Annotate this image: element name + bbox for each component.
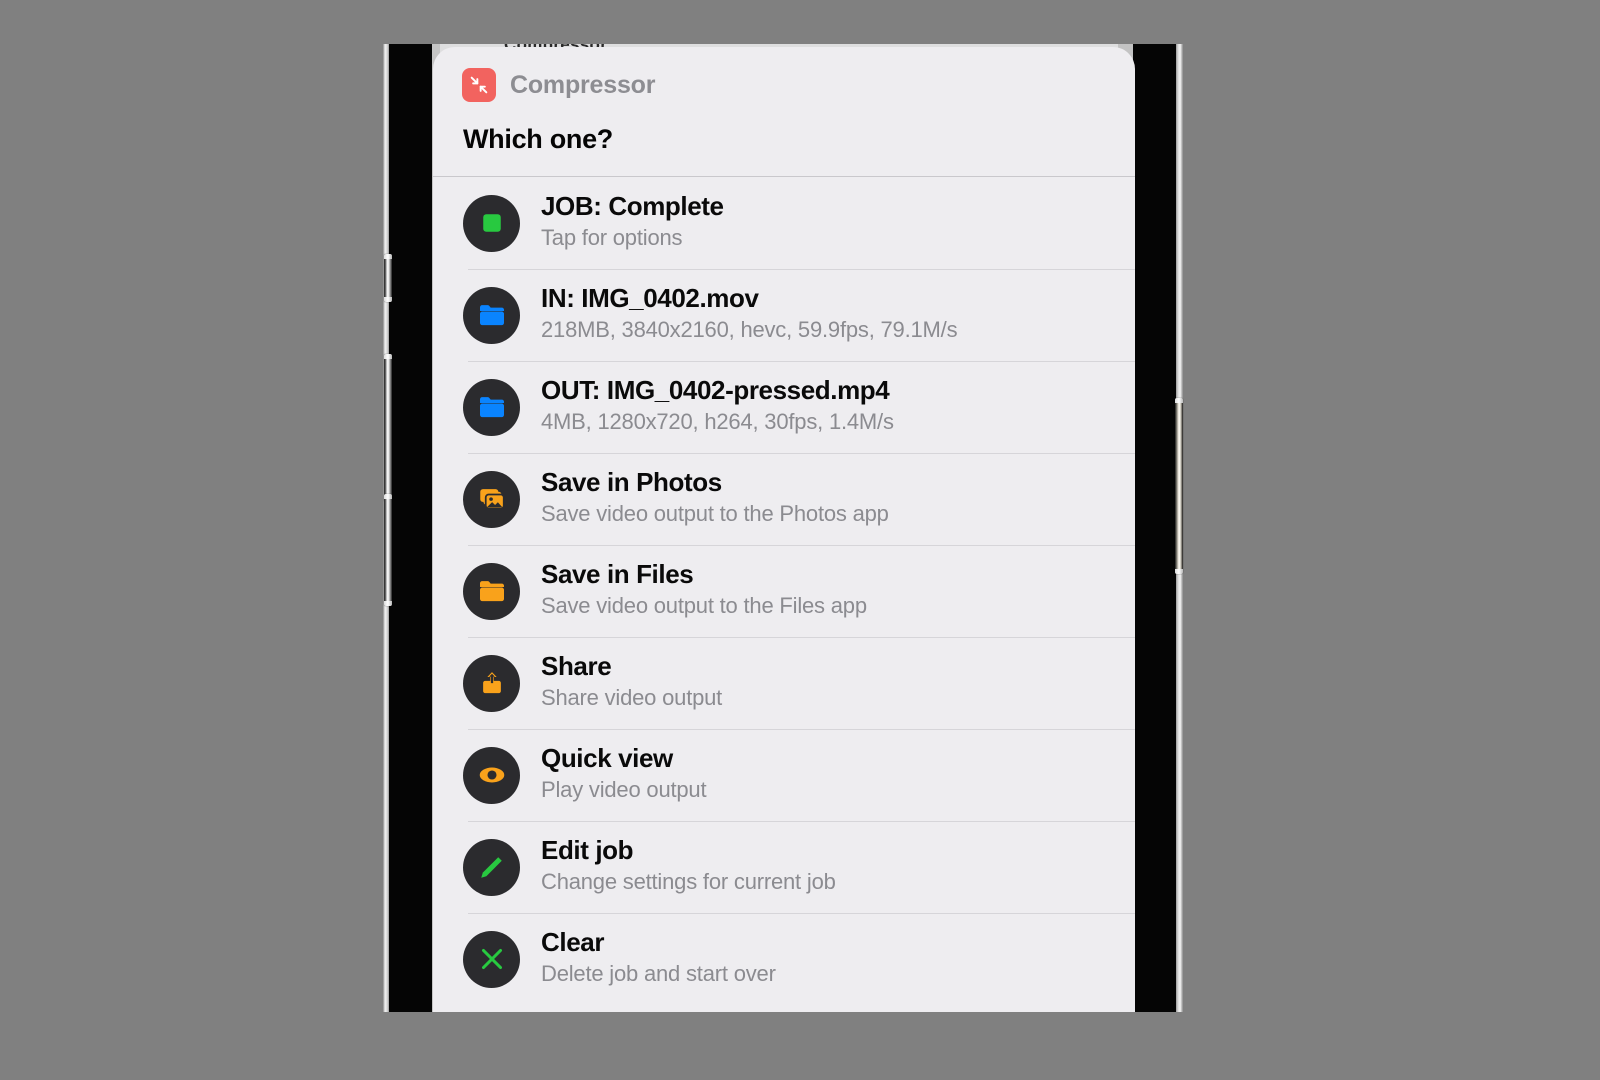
list-item-subtitle: Play video output — [541, 777, 707, 803]
app-name-label: Compressor — [510, 70, 656, 99]
sheet-header: Compressor Which one? — [433, 47, 1135, 177]
list-item-title: JOB: Complete — [541, 190, 724, 221]
list-item[interactable]: OUT: IMG_0402-pressed.mp4 4MB, 1280x720, … — [433, 361, 1135, 453]
list-item-text: Clear Delete job and start over — [541, 926, 776, 991]
list-item-text: Save in Photos Save video output to the P… — [541, 466, 889, 531]
phone-bezel-right — [1133, 44, 1176, 1012]
list-item[interactable]: Save in Files Save video output to the Fi… — [433, 545, 1135, 637]
list-item-text: OUT: IMG_0402-pressed.mp4 4MB, 1280x720, … — [541, 374, 894, 439]
power-button[interactable] — [1175, 398, 1183, 574]
app-identity-row: Compressor — [433, 65, 1135, 105]
sheet-prompt-title: Which one? — [463, 124, 613, 154]
folder-icon — [463, 562, 520, 620]
list-item-subtitle: Save video output to the Photos app — [541, 501, 889, 527]
list-item[interactable]: Save in Photos Save video output to the P… — [433, 453, 1135, 545]
list-item-title: Edit job — [541, 834, 634, 865]
list-item-text: Quick view Play video output — [541, 742, 707, 807]
list-item-subtitle: Share video output — [541, 685, 723, 711]
list-item-text: Share Share video output — [541, 650, 723, 715]
x-close-icon — [463, 930, 520, 988]
list-item-subtitle: Save video output to the Files app — [541, 593, 867, 619]
compress-arrows-icon — [462, 68, 496, 102]
list-item-subtitle: Delete job and start over — [541, 961, 776, 987]
list-item[interactable]: IN: IMG_0402.mov 218MB, 3840x2160, hevc, … — [433, 269, 1135, 361]
volume-down-button[interactable] — [384, 494, 392, 606]
list-item[interactable]: Edit job Change settings for current job — [433, 821, 1135, 913]
list-item-title: Save in Files — [541, 558, 694, 589]
list-item-title: Quick view — [541, 742, 673, 773]
list-item-text: IN: IMG_0402.mov 218MB, 3840x2160, hevc, … — [541, 282, 958, 347]
pencil-icon — [463, 838, 520, 896]
list-item-text: JOB: Complete Tap for options — [541, 190, 724, 255]
list-item-subtitle: Tap for options — [541, 225, 683, 251]
share-upload-icon — [463, 654, 520, 712]
folder-icon — [463, 286, 520, 344]
options-list: JOB: Complete Tap for options IN: IMG_0402… — [433, 177, 1135, 1005]
eye-icon — [463, 746, 520, 804]
list-item-title: OUT: IMG_0402-pressed.mp4 — [541, 374, 890, 405]
list-item-subtitle: 4MB, 1280x720, h264, 30fps, 1.4M/s — [541, 409, 894, 435]
list-item-title: Clear — [541, 926, 605, 957]
list-item[interactable]: JOB: Complete Tap for options — [433, 177, 1135, 269]
list-item-text: Edit job Change settings for current job — [541, 834, 836, 899]
action-sheet: Compressor Which one? JOB: Complete Tap f… — [433, 47, 1135, 1012]
list-item-title: IN: IMG_0402.mov — [541, 282, 759, 313]
list-item[interactable]: Share Share video output — [433, 637, 1135, 729]
folder-icon — [463, 378, 520, 436]
silent-switch[interactable] — [384, 254, 392, 302]
list-item-subtitle: 218MB, 3840x2160, hevc, 59.9fps, 79.1M/s — [541, 317, 958, 343]
list-item-subtitle: Change settings for current job — [541, 869, 836, 895]
list-item-title: Share — [541, 650, 612, 681]
photos-stack-icon — [463, 470, 520, 528]
list-item-title: Save in Photos — [541, 466, 722, 497]
phone-bezel-left — [389, 44, 432, 1012]
volume-up-button[interactable] — [384, 354, 392, 502]
phone-device-frame: Compressor Which one? JOB: Complete Tap … — [383, 44, 1183, 1012]
list-item[interactable]: Clear Delete job and start over — [433, 913, 1135, 1005]
list-item[interactable]: Quick view Play video output — [433, 729, 1135, 821]
stop-square-icon — [463, 194, 520, 252]
list-item-text: Save in Files Save video output to the Fi… — [541, 558, 867, 623]
